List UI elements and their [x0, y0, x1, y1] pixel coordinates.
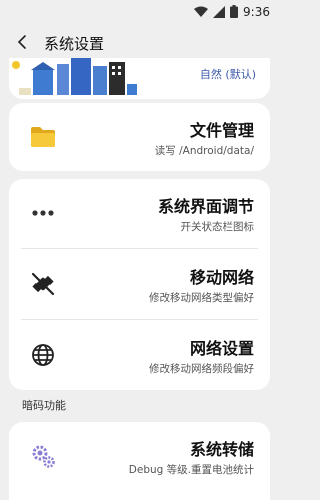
system-dump-subtitle: Debug 等级.重置电池统计	[128, 464, 254, 476]
system-dump-title: 系统转储	[189, 440, 254, 459]
satellite-off-icon	[29, 270, 57, 298]
system-ui-tuner-title: 系统界面调节	[157, 197, 254, 216]
theme-label: 自然 (默认)	[199, 68, 256, 81]
file-management-subtitle: 读写 /Android/data/	[154, 145, 254, 157]
dots-icon	[29, 199, 57, 227]
system-ui-tuner-subtitle: 开关状态栏图标	[180, 221, 255, 233]
battery-icon	[230, 3, 239, 22]
page-title: 系统设置	[44, 35, 105, 53]
folder-icon	[29, 123, 57, 151]
section-header: 暗码功能	[22, 399, 66, 412]
chevron-left-icon	[16, 34, 28, 54]
system-ui-tuner-item[interactable]: 系统界面调节 开关状态栏图标	[9, 179, 270, 247]
file-management-card: 文件管理 读写 /Android/data/	[9, 103, 270, 171]
divider	[21, 319, 258, 320]
signal-icon	[213, 3, 226, 22]
hidden-section-card: 系统转储 Debug 等级.重置电池统计	[9, 422, 270, 500]
network-settings-title: 网络设置	[189, 339, 254, 358]
wifi-icon	[194, 3, 209, 22]
file-management-title: 文件管理	[189, 121, 254, 140]
status-time: 9:36	[243, 5, 270, 19]
divider	[21, 248, 258, 249]
system-dump-item[interactable]: 系统转储 Debug 等级.重置电池统计	[9, 422, 270, 490]
network-settings-item[interactable]: 网络设置 修改移动网络频段偏好	[9, 321, 270, 389]
theme-card[interactable]: 自然 (默认)	[9, 58, 270, 99]
mobile-network-item[interactable]: 移动网络 修改移动网络类型偏好	[9, 250, 270, 318]
system-group-card: 系统界面调节 开关状态栏图标 移动网络 修改移动网络类型偏好 网络设置 修改移动…	[9, 179, 270, 390]
gears-icon	[29, 442, 57, 470]
theme-preview-image	[12, 58, 137, 95]
file-management-item[interactable]: 文件管理 读写 /Android/data/	[9, 103, 270, 171]
status-bar: 9:36	[0, 0, 280, 24]
mobile-network-subtitle: 修改移动网络类型偏好	[149, 292, 254, 304]
globe-icon	[29, 341, 57, 369]
network-settings-subtitle: 修改移动网络频段偏好	[149, 363, 254, 375]
mobile-network-title: 移动网络	[189, 268, 254, 287]
back-button[interactable]	[8, 30, 36, 58]
